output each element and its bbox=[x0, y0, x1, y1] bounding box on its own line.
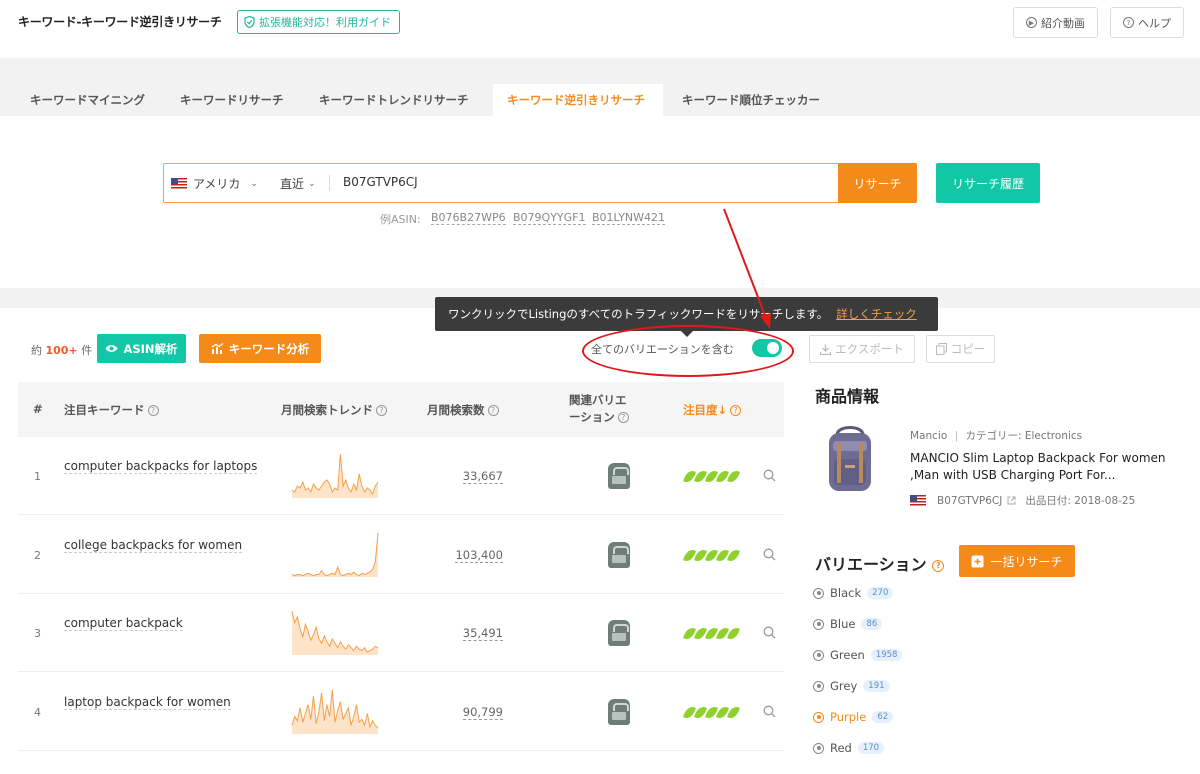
radio-icon[interactable] bbox=[813, 711, 824, 723]
variation-item[interactable]: Green 1958 bbox=[813, 648, 903, 662]
search-volume[interactable]: 90,799 bbox=[462, 705, 503, 720]
trend-sparkline bbox=[291, 689, 379, 734]
variation-thumbnail[interactable] bbox=[608, 620, 630, 646]
row-number: 4 bbox=[34, 705, 41, 719]
trend-sparkline bbox=[291, 532, 379, 577]
variations-title: バリエーション ? bbox=[815, 551, 945, 575]
sparkline-area bbox=[292, 532, 378, 577]
radio-icon[interactable] bbox=[813, 618, 824, 630]
attention-rating bbox=[683, 704, 740, 720]
attention-rating bbox=[683, 547, 740, 563]
table-row[interactable]: 3 computer backpack 35,491 bbox=[18, 594, 784, 672]
keyword-link[interactable]: computer backpack bbox=[64, 616, 183, 631]
variation-thumbnail[interactable] bbox=[608, 463, 630, 489]
bulk-research-button[interactable]: 一括リサーチ bbox=[959, 545, 1075, 577]
search-volume[interactable]: 33,667 bbox=[462, 469, 503, 484]
radio-icon[interactable] bbox=[813, 587, 824, 599]
leaf-icon bbox=[683, 625, 696, 642]
product-name[interactable]: MANCIO Slim Laptop Backpack For women ,M… bbox=[910, 450, 1185, 484]
question-icon[interactable]: ? bbox=[730, 405, 742, 416]
variation-item[interactable]: Black 270 bbox=[813, 586, 894, 600]
variation-count: 270 bbox=[867, 587, 894, 599]
variation-item[interactable]: Red 170 bbox=[813, 741, 885, 755]
variation-item[interactable]: Grey 191 bbox=[813, 679, 890, 693]
search-icon[interactable] bbox=[763, 705, 776, 718]
table-row[interactable]: 4 laptop backpack for women 90,799 bbox=[18, 673, 784, 751]
question-icon[interactable]: ? bbox=[487, 405, 499, 416]
attention-rating bbox=[683, 625, 740, 642]
product-asin-row: B07GTVP6CJ 出品日付: 2018-08-25 bbox=[910, 493, 1135, 508]
question-icon[interactable]: ? bbox=[617, 412, 629, 423]
bulk-research-label: 一括リサーチ bbox=[990, 554, 1063, 569]
variation-count: 170 bbox=[857, 742, 885, 754]
question-icon[interactable]: ? bbox=[932, 559, 945, 572]
sparkline-area bbox=[292, 689, 378, 734]
leaf-icon bbox=[727, 547, 740, 563]
leaf-icon bbox=[727, 704, 740, 720]
col-header-number: # bbox=[33, 402, 43, 416]
sparkline-line bbox=[291, 453, 379, 496]
col-header-attention-label: 注目度↓ bbox=[683, 403, 728, 417]
variation-thumbnail[interactable] bbox=[608, 698, 630, 725]
variation-name: Purple bbox=[830, 710, 867, 724]
row-number: 1 bbox=[34, 470, 41, 483]
external-link-icon[interactable] bbox=[1007, 496, 1016, 505]
question-icon[interactable]: ? bbox=[376, 405, 387, 416]
product-date: 出品日付: 2018-08-25 bbox=[1025, 495, 1136, 507]
product-brand: Mancio bbox=[910, 430, 948, 442]
variation-name: Blue bbox=[830, 617, 856, 631]
variations-title-label: バリエーション bbox=[815, 555, 927, 574]
trend-sparkline bbox=[291, 453, 379, 498]
trend-sparkline bbox=[291, 610, 379, 655]
us-flag-icon bbox=[910, 495, 926, 506]
table-row[interactable]: 2 college backpacks for women 103,400 bbox=[18, 516, 784, 594]
keyword-link[interactable]: laptop backpack for women bbox=[64, 695, 231, 710]
product-info-title: 商品情報 bbox=[815, 387, 880, 406]
col-header-variation[interactable]: 関連バリエ ーション? bbox=[569, 392, 629, 426]
radio-icon[interactable] bbox=[813, 649, 824, 661]
radio-icon[interactable] bbox=[813, 742, 824, 754]
variation-name: Grey bbox=[830, 679, 858, 693]
keyword-link[interactable]: computer backpacks for laptops bbox=[64, 459, 258, 474]
variation-count: 62 bbox=[872, 711, 894, 723]
plus-square-icon bbox=[971, 555, 984, 567]
leaf-icon bbox=[683, 468, 696, 485]
product-image[interactable] bbox=[815, 423, 885, 495]
search-icon[interactable] bbox=[763, 469, 776, 482]
search-volume[interactable]: 103,400 bbox=[455, 548, 503, 563]
col-header-volume-label: 月間検索数 bbox=[427, 403, 485, 417]
attention-rating bbox=[683, 468, 740, 485]
variation-count: 86 bbox=[861, 618, 883, 630]
search-icon[interactable] bbox=[763, 626, 776, 639]
col-header-variation-line2: ーション bbox=[569, 410, 615, 424]
keyword-link[interactable]: college backpacks for women bbox=[64, 538, 243, 553]
sparkline-line bbox=[291, 532, 379, 576]
question-icon[interactable]: ? bbox=[147, 405, 159, 416]
search-icon[interactable] bbox=[763, 548, 776, 561]
col-header-trend[interactable]: 月間検索トレンド? bbox=[281, 402, 387, 418]
search-volume[interactable]: 35,491 bbox=[462, 626, 503, 641]
col-header-attention[interactable]: 注目度↓? bbox=[683, 402, 742, 418]
variation-thumbnail[interactable] bbox=[608, 541, 630, 568]
variation-count: 1958 bbox=[870, 649, 903, 661]
row-number: 3 bbox=[34, 627, 41, 640]
product-meta: Mancio | カテゴリー: Electronics bbox=[910, 430, 1083, 442]
col-header-keyword-label: 注目キーワード bbox=[64, 403, 145, 417]
col-header-variation-line1: 関連バリエ bbox=[569, 393, 627, 407]
col-header-volume[interactable]: 月間検索数? bbox=[427, 402, 499, 418]
variation-name: Green bbox=[830, 648, 865, 662]
variation-item[interactable]: Blue 86 bbox=[813, 617, 883, 631]
radio-icon[interactable] bbox=[813, 680, 824, 692]
variation-item[interactable]: Purple 62 bbox=[813, 710, 894, 724]
table-row[interactable]: 1 computer backpacks for laptops 33,667 bbox=[18, 437, 784, 515]
variation-count: 191 bbox=[863, 680, 890, 692]
col-header-trend-label: 月間検索トレンド bbox=[281, 403, 373, 417]
variation-name: Black bbox=[830, 586, 862, 600]
col-header-keyword[interactable]: 注目キーワード? bbox=[64, 402, 159, 418]
product-category: カテゴリー: Electronics bbox=[965, 430, 1083, 442]
variation-name: Red bbox=[830, 741, 852, 755]
row-number: 2 bbox=[34, 548, 41, 562]
product-asin[interactable]: B07GTVP6CJ bbox=[937, 495, 1002, 507]
